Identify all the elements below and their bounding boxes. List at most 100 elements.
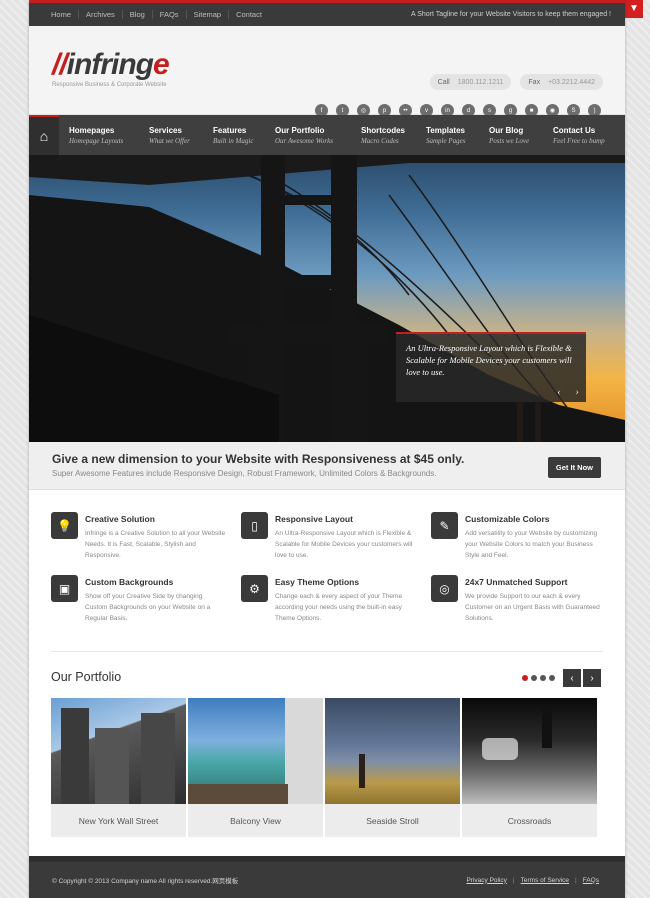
feature-title: Custom Backgrounds [85, 577, 174, 587]
feature-title: Responsive Layout [275, 514, 353, 524]
feature-title: Customizable Colors [465, 514, 550, 524]
nav-subtitle: What we Offer [149, 136, 190, 145]
footer-separator: | [512, 876, 515, 884]
nav-subtitle: Our Awesome Works [275, 136, 333, 145]
portfolio-item-label: Balcony View [188, 804, 323, 837]
nav-title: Shortcodes [361, 125, 406, 135]
nav-templates[interactable]: Templates Sample Pages [416, 126, 479, 145]
portfolio-item-label: Seaside Stroll [325, 804, 460, 837]
slider-arrows: ‹ › [550, 384, 586, 402]
top-nav-faqs[interactable]: FAQs [153, 10, 187, 19]
slider-caption: An Ultra-Responsive Layout which is Flex… [396, 332, 586, 402]
logo-mark: //infringe [52, 48, 170, 81]
footer-links: Privacy Policy | Terms of Service | FAQs [466, 877, 599, 884]
picture-icon: ▣ [51, 575, 78, 602]
portfolio-image-seaside [325, 698, 460, 804]
feature-item: 💡 Creative Solution Infringe is a Creati… [51, 512, 226, 561]
call-pill: Call 1800.112.1211 [429, 74, 512, 90]
nav-title: Our Portfolio [275, 125, 325, 135]
tagline: A Short Tagline for your Website Visitor… [410, 11, 611, 18]
top-nav: Home Archives Blog FAQs Sitemap Contact [45, 10, 269, 19]
portfolio-item[interactable]: Balcony View [188, 698, 323, 837]
nav-subtitle: Macro Codes [361, 136, 399, 145]
top-nav-sitemap[interactable]: Sitemap [187, 10, 230, 19]
portfolio-prev-icon[interactable]: ‹ [563, 669, 581, 687]
footer-separator: | [575, 876, 577, 884]
portfolio-item[interactable]: Seaside Stroll [325, 698, 460, 837]
portfolio-arrows: ‹ › [563, 669, 601, 687]
top-nav-contact[interactable]: Contact [229, 10, 269, 19]
portfolio-image-crossroads [462, 698, 597, 804]
nav-homepages[interactable]: Homepages Homepage Layouts [59, 126, 139, 145]
fax-value: +03.2212.4442 [548, 78, 595, 86]
nav-title: Services [149, 125, 182, 135]
top-nav-blog[interactable]: Blog [123, 10, 153, 19]
pager-dot[interactable] [531, 675, 537, 681]
fax-label: Fax [528, 78, 541, 86]
nav-features[interactable]: Features Built in Magic [203, 126, 265, 145]
nav-subtitle: Sample Pages [426, 136, 466, 145]
privacy-policy-link[interactable]: Privacy Policy [466, 877, 506, 884]
nav-contact[interactable]: Contact Us Feel Free to bump [543, 126, 613, 145]
hero-slider: An Ultra-Responsive Layout which is Flex… [29, 155, 625, 442]
feature-title: Easy Theme Options [275, 577, 360, 587]
feature-title: Creative Solution [85, 514, 155, 524]
portfolio-item-label: Crossroads [462, 804, 597, 837]
features-grid: 💡 Creative Solution Infringe is a Creati… [51, 512, 603, 624]
feature-text: Add versatility to your Website by custo… [465, 530, 598, 559]
lifebuoy-icon: ◎ [431, 575, 458, 602]
feature-item: ▣ Custom Backgrounds Show off your Creat… [51, 575, 226, 624]
top-nav-home[interactable]: Home [45, 10, 80, 19]
pager-dot[interactable] [549, 675, 555, 681]
section-divider [51, 651, 603, 652]
portfolio-item-label: New York Wall Street [51, 804, 186, 837]
portfolio-item[interactable]: Crossroads [462, 698, 597, 837]
feature-title: 24x7 Unmatched Support [465, 577, 568, 587]
logo-subtitle: Responsive Business & Corporate Website [52, 82, 167, 88]
call-value: 1800.112.1211 [457, 78, 504, 86]
corner-toggle-icon[interactable]: ▼ [625, 0, 643, 18]
home-icon[interactable]: ⌂ [29, 115, 59, 155]
nav-blog[interactable]: Our Blog Posts we Love [479, 126, 543, 145]
callout-bar: Give a new dimension to your Website wit… [29, 442, 625, 490]
callout-subtext: Super Awesome Features include Responsiv… [52, 469, 437, 478]
site-footer: © Copyright © 2013 Company name All righ… [29, 856, 625, 898]
slider-prev-icon[interactable]: ‹ [550, 384, 568, 402]
copyright-text: © Copyright © 2013 Company name All righ… [52, 878, 239, 885]
brush-icon: ✎ [431, 512, 458, 539]
portfolio-next-icon[interactable]: › [583, 669, 601, 687]
lightbulb-icon: 💡 [51, 512, 78, 539]
main-nav: ⌂ Homepages Homepage Layouts Services Wh… [29, 115, 625, 155]
slider-next-icon[interactable]: › [568, 384, 586, 402]
portfolio-item[interactable]: New York Wall Street [51, 698, 186, 837]
portfolio-items: New York Wall Street Balcony View Seasid… [51, 698, 597, 837]
nav-subtitle: Posts we Love [489, 136, 530, 145]
nav-services[interactable]: Services What we Offer [139, 126, 203, 145]
nav-shortcodes[interactable]: Shortcodes Macro Codes [351, 126, 416, 145]
slider-caption-text: An Ultra-Responsive Layout which is Flex… [406, 343, 572, 377]
terms-link[interactable]: Terms of Service [521, 877, 569, 884]
nav-subtitle: Homepage Layouts [69, 136, 124, 145]
nav-subtitle: Feel Free to bump [553, 136, 605, 145]
portfolio-title: Our Portfolio [51, 670, 122, 684]
pager-dot[interactable] [540, 675, 546, 681]
call-label: Call [437, 78, 450, 86]
nav-title: Templates [426, 125, 465, 135]
pager-dot-active[interactable] [522, 675, 528, 681]
nav-title: Contact Us [553, 125, 596, 135]
get-it-now-button[interactable]: Get It Now [547, 457, 601, 478]
nav-portfolio[interactable]: Our Portfolio Our Awesome Works [265, 126, 351, 145]
feature-item: ⚙ Easy Theme Options Change each & every… [241, 575, 416, 624]
faqs-link[interactable]: FAQs [583, 877, 599, 884]
feature-item: ✎ Customizable Colors Add versatility to… [431, 512, 606, 561]
gear-icon: ⚙ [241, 575, 268, 602]
nav-title: Homepages [69, 125, 115, 135]
portfolio-pager [522, 675, 555, 681]
feature-text: Change each & every aspect of your Theme… [275, 593, 403, 622]
feature-text: We provide Support to our each & every C… [465, 593, 600, 622]
fax-pill: Fax +03.2212.4442 [520, 74, 603, 90]
logo[interactable]: //infringe Responsive Business & Corpora… [52, 48, 170, 89]
feature-item: ◎ 24x7 Unmatched Support We provide Supp… [431, 575, 606, 624]
contact-info: Call 1800.112.1211 Fax +03.2212.4442 [429, 74, 603, 90]
top-nav-archives[interactable]: Archives [79, 10, 123, 19]
